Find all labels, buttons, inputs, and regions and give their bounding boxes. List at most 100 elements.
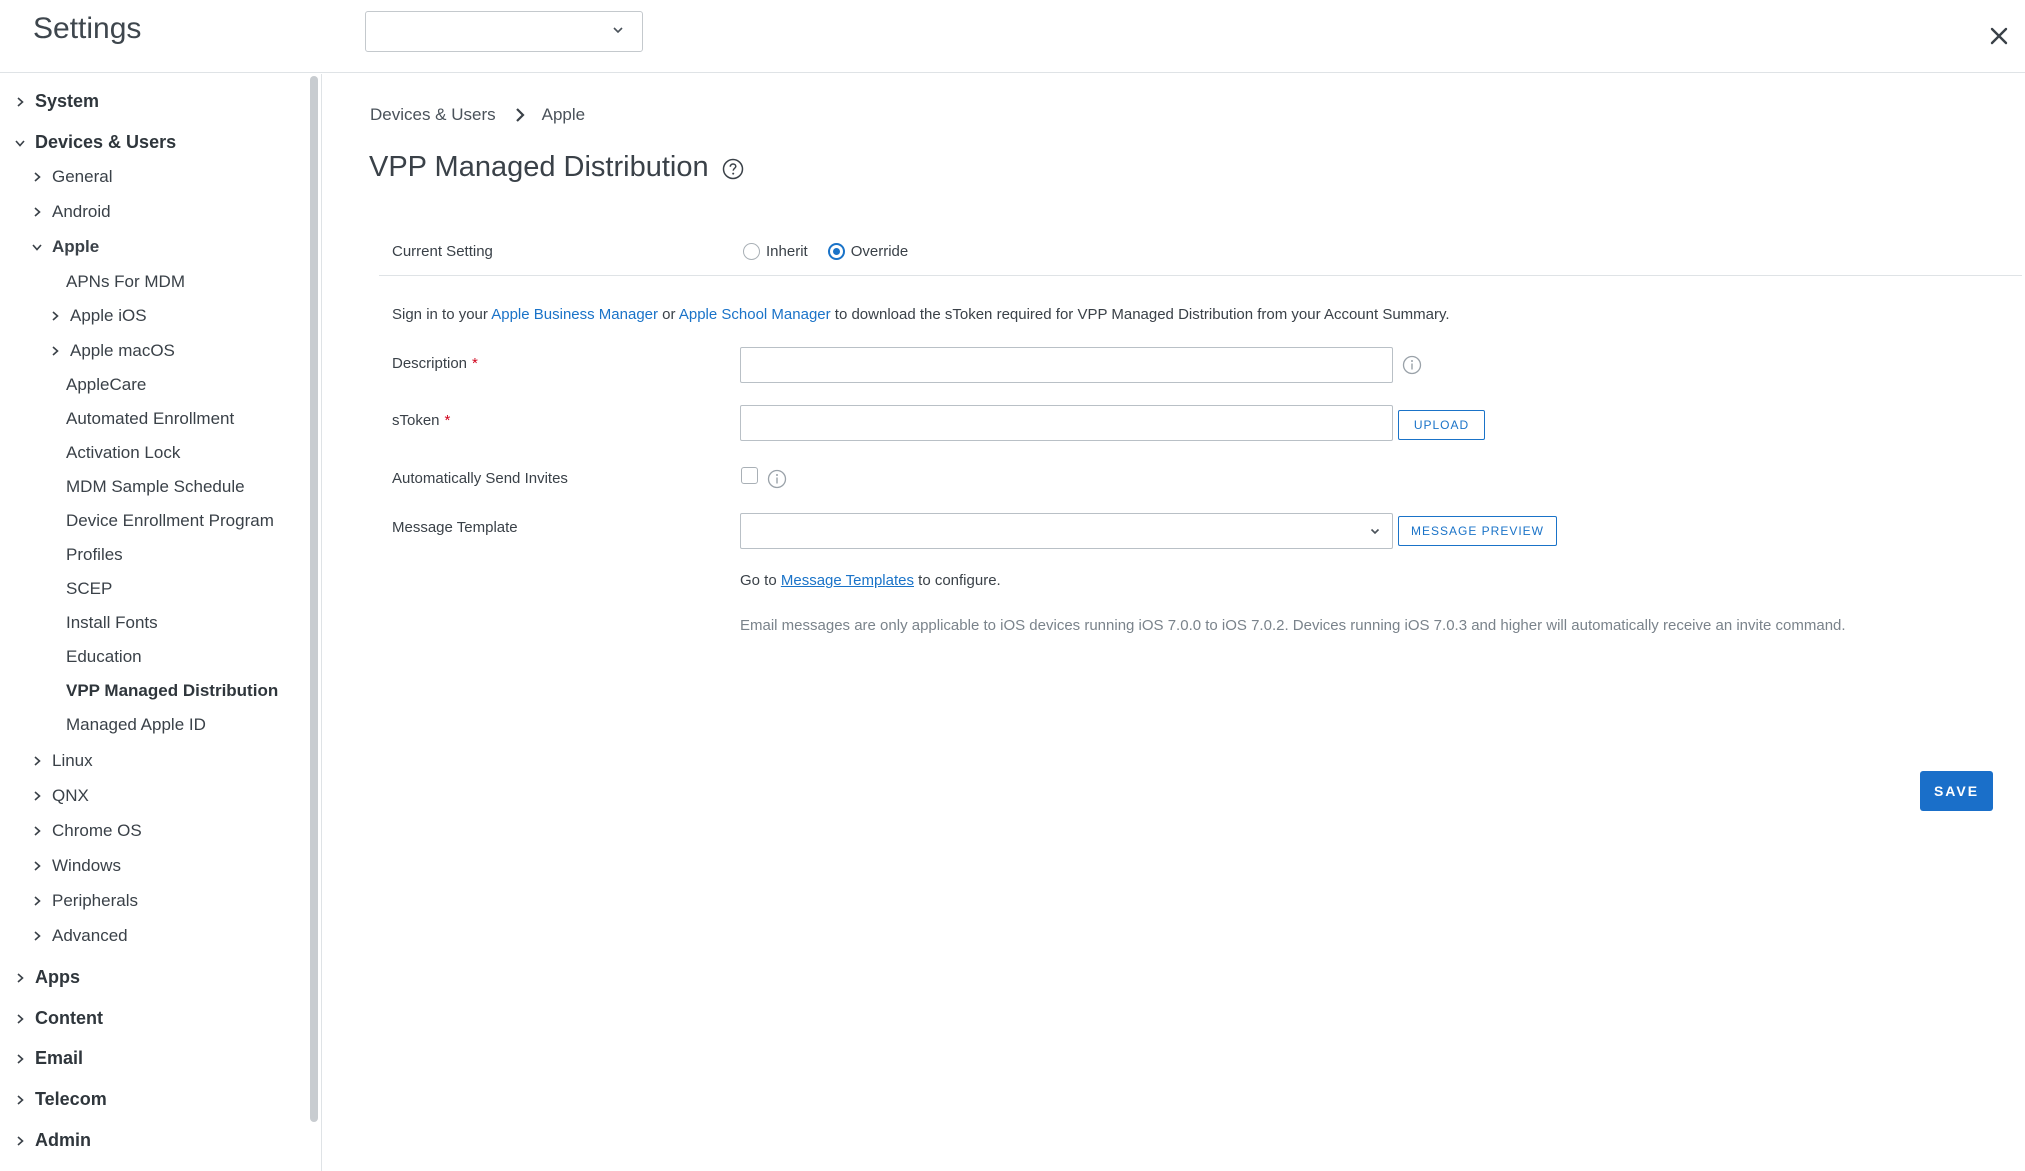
sidebar-item-label: Devices & Users (35, 132, 177, 152)
breadcrumb-apple[interactable]: Apple (542, 105, 585, 125)
sidebar-item-education[interactable]: Education (66, 647, 142, 667)
sidebar-item-vpp-managed-distribution[interactable]: VPP Managed Distribution (66, 681, 278, 701)
breadcrumb-devices-users[interactable]: Devices & Users (370, 105, 496, 125)
sidebar-item-label: Profiles (66, 545, 123, 564)
sidebar-item-system[interactable]: System (13, 91, 99, 112)
goto-prefix: Go to (740, 572, 781, 589)
chevron-right-icon (30, 859, 44, 873)
sidebar-item-label: Managed Apple ID (66, 715, 206, 734)
sidebar-item-label: AppleCare (66, 375, 147, 394)
message-templates-link[interactable]: Message Templates (781, 572, 914, 589)
chevron-right-icon (13, 95, 27, 109)
stoken-label: sToken * (392, 412, 450, 429)
apple-business-manager-link[interactable]: Apple Business Manager (491, 306, 658, 323)
save-button[interactable]: SAVE (1920, 771, 1993, 811)
sidebar-item-devices-users[interactable]: Devices & Users (13, 132, 176, 153)
sidebar-item-windows[interactable]: Windows (30, 856, 121, 876)
close-icon[interactable] (1983, 20, 2015, 52)
sidebar-item-advanced[interactable]: Advanced (30, 926, 128, 946)
sidebar-item-activation-lock[interactable]: Activation Lock (66, 443, 180, 463)
sidebar-item-label: Peripherals (52, 891, 138, 910)
sidebar-item-label: Content (35, 1008, 103, 1028)
sidebar-item-managed-apple-id[interactable]: Managed Apple ID (66, 715, 206, 735)
inherit-radio-label[interactable]: Inherit (766, 243, 808, 260)
message-template-select[interactable] (740, 513, 1393, 549)
chevron-down-icon (613, 27, 623, 34)
sidebar-item-label: System (35, 91, 100, 111)
sidebar-item-label: Linux (52, 751, 93, 770)
override-radio[interactable] (827, 243, 845, 260)
current-setting-radio-group: Inherit Override (743, 243, 928, 260)
chevron-right-icon (30, 789, 44, 803)
sidebar-item-label: Apple iOS (70, 306, 147, 325)
sidebar-item-qnx[interactable]: QNX (30, 786, 89, 806)
sidebar-item-label: APNs For MDM (66, 272, 185, 291)
auto-send-invites-checkbox[interactable] (741, 467, 758, 484)
sidebar-item-admin[interactable]: Admin (13, 1130, 91, 1151)
sidebar-item-label: Android (52, 202, 111, 221)
sidebar-item-device-enrollment-program[interactable]: Device Enrollment Program (66, 511, 274, 531)
description-input[interactable] (740, 347, 1393, 383)
sidebar-item-apple[interactable]: Apple (30, 237, 99, 257)
sidebar-scrollbar-thumb[interactable] (310, 76, 318, 1122)
sidebar-item-linux[interactable]: Linux (30, 751, 93, 771)
sidebar-item-profiles[interactable]: Profiles (66, 545, 123, 565)
current-setting-label: Current Setting (392, 243, 493, 260)
required-indicator: * (472, 355, 478, 372)
sidebar-item-content[interactable]: Content (13, 1008, 103, 1029)
sidebar-item-label: Install Fonts (66, 613, 158, 632)
breadcrumb: Devices & Users Apple (370, 105, 585, 125)
upload-button[interactable]: UPLOAD (1398, 410, 1485, 440)
sidebar-item-mdm-sample-schedule[interactable]: MDM Sample Schedule (66, 477, 245, 497)
sidebar-item-scep[interactable]: SCEP (66, 579, 112, 599)
sidebar-item-general[interactable]: General (30, 167, 112, 187)
sidebar-item-android[interactable]: Android (30, 202, 111, 222)
info-icon[interactable] (767, 469, 787, 489)
help-icon[interactable] (722, 158, 744, 180)
required-indicator: * (444, 412, 451, 429)
instructions-middle: or (658, 306, 679, 323)
main-content: Devices & Users Apple VPP Managed Distri… (323, 74, 2025, 1171)
sidebar-item-label: Education (66, 647, 142, 666)
chevron-right-icon (13, 971, 27, 985)
instructions-suffix: to download the sToken required for VPP … (830, 306, 1450, 323)
inherit-radio[interactable] (743, 243, 760, 260)
sidebar-item-apps[interactable]: Apps (13, 967, 80, 988)
chevron-right-icon (13, 1012, 27, 1026)
sidebar-item-label: Admin (35, 1130, 91, 1150)
sidebar-item-apns-for-mdm[interactable]: APNs For MDM (66, 272, 185, 292)
sidebar-item-label: Device Enrollment Program (66, 511, 274, 530)
sidebar-item-label: General (52, 167, 113, 186)
chevron-right-icon (48, 309, 62, 323)
chevron-right-icon (30, 754, 44, 768)
sidebar-item-applecare[interactable]: AppleCare (66, 375, 146, 395)
chevron-right-icon (30, 205, 44, 219)
page-title-text: VPP Managed Distribution (369, 151, 709, 183)
stoken-input[interactable] (740, 405, 1393, 441)
auto-send-invites-label: Automatically Send Invites (392, 470, 568, 487)
sidebar-item-apple-ios[interactable]: Apple iOS (48, 306, 147, 326)
sidebar-item-label: SCEP (66, 579, 113, 598)
sidebar-item-label: Activation Lock (66, 443, 181, 462)
sidebar-item-peripherals[interactable]: Peripherals (30, 891, 138, 911)
instructions-prefix: Sign in to your (392, 306, 492, 323)
sidebar-item-automated-enrollment[interactable]: Automated Enrollment (66, 409, 234, 429)
message-preview-button[interactable]: MESSAGE PREVIEW (1398, 516, 1557, 546)
chevron-right-icon (13, 1093, 27, 1107)
sidebar-item-chrome-os[interactable]: Chrome OS (30, 821, 142, 841)
info-icon[interactable] (1402, 355, 1422, 375)
apple-school-manager-link[interactable]: Apple School Manager (679, 306, 831, 323)
sidebar-item-label: MDM Sample Schedule (66, 477, 245, 496)
goto-suffix: to configure. (913, 572, 1001, 589)
page-title: VPP Managed Distribution (369, 151, 744, 184)
sidebar-item-telecom[interactable]: Telecom (13, 1089, 107, 1110)
override-radio-label[interactable]: Override (851, 243, 909, 260)
chevron-right-icon (30, 170, 44, 184)
sidebar-item-email[interactable]: Email (13, 1048, 83, 1069)
message-template-label: Message Template (392, 519, 518, 536)
sidebar-item-label: Telecom (35, 1089, 107, 1109)
sidebar-item-install-fonts[interactable]: Install Fonts (66, 613, 158, 633)
organization-select[interactable] (365, 11, 643, 52)
sidebar-item-apple-macos[interactable]: Apple macOS (48, 341, 175, 361)
sidebar-item-label: Automated Enrollment (66, 409, 235, 428)
